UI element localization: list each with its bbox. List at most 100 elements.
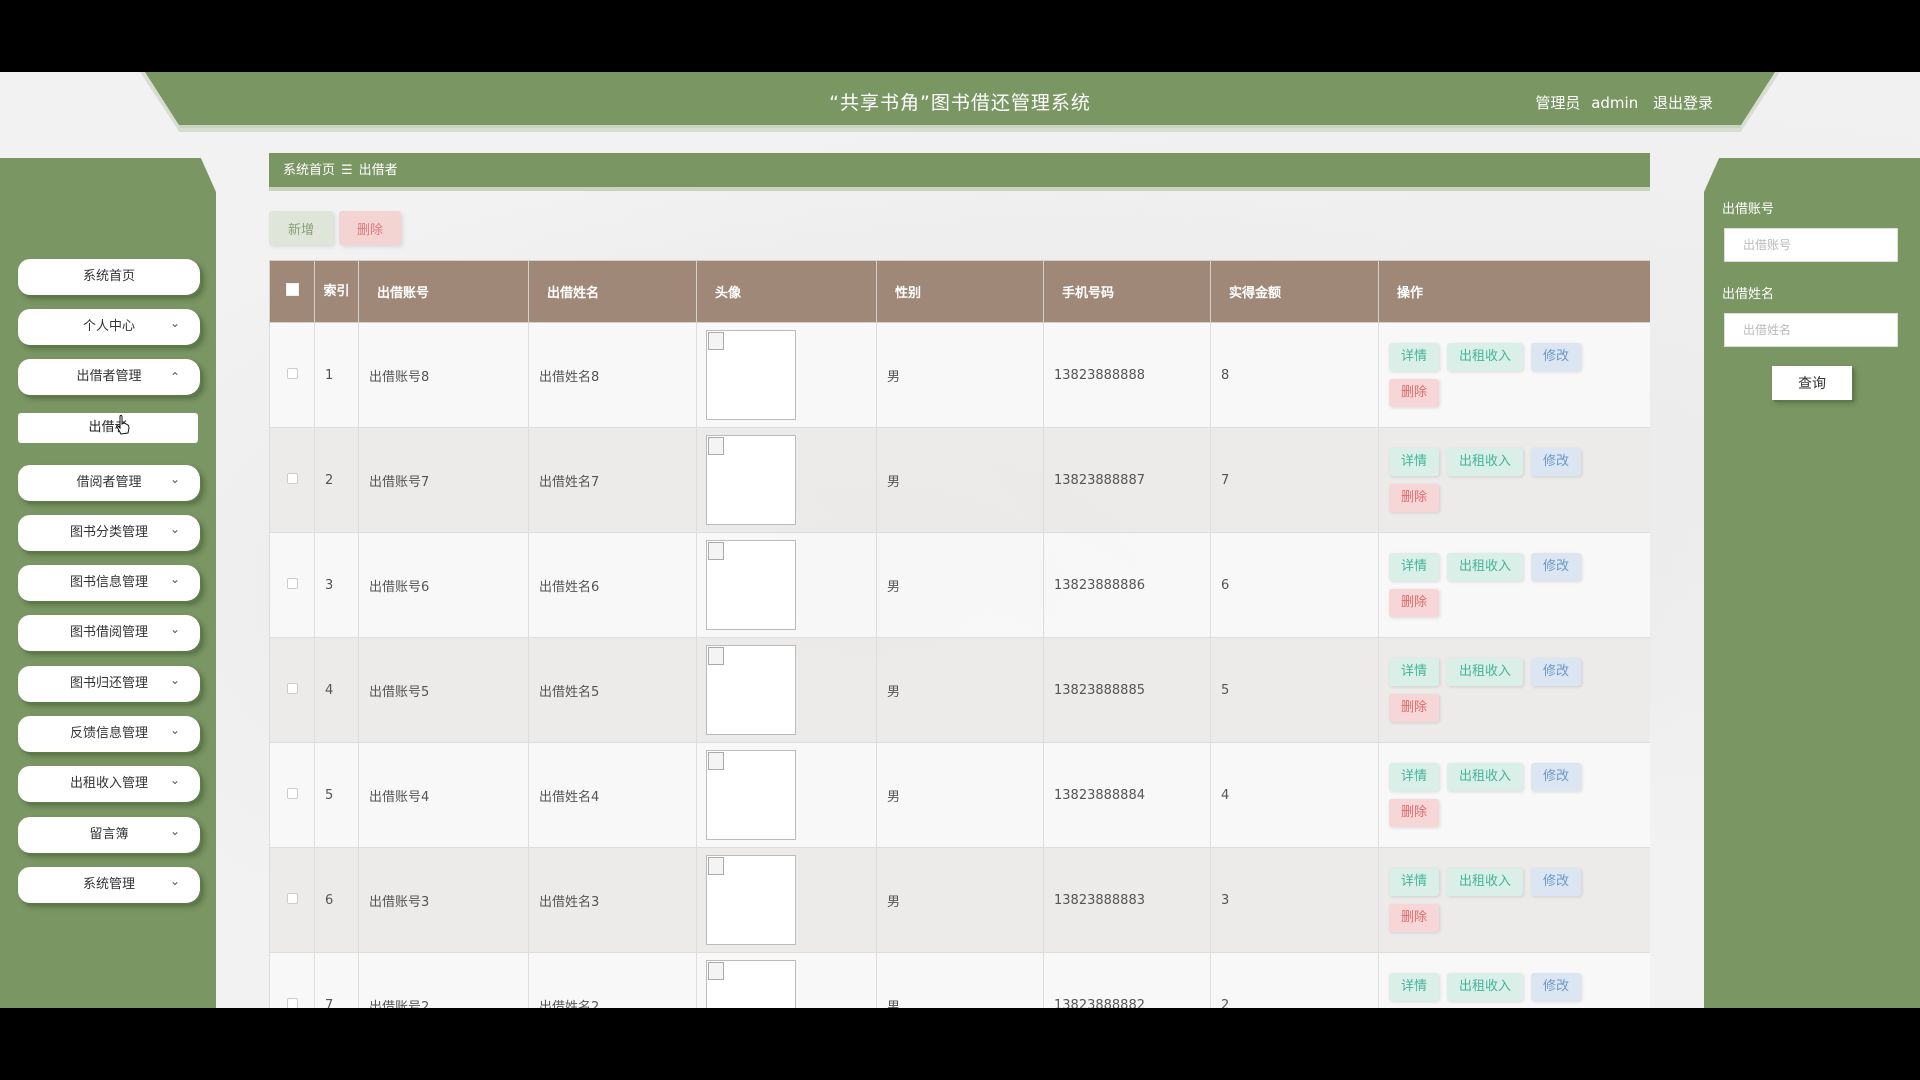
sidebar-item-book-return[interactable]: 图书归还管理 ⌄ [18, 666, 200, 702]
cell-account: 出借账号7 [358, 427, 529, 533]
cell-phone: 13823888882 [1043, 952, 1211, 1008]
cell-index: 2 [314, 427, 359, 533]
edit-button[interactable]: 修改 [1531, 448, 1582, 476]
sidebar-item-book-category[interactable]: 图书分类管理 ⌄ [18, 515, 200, 551]
cell-amount: 7 [1210, 427, 1379, 533]
table-row: 5 出借账号4 出借姓名4 男 13823888884 4 详情 出租收入 修改 删除 [269, 742, 1650, 848]
delete-button[interactable]: 删除 [1389, 484, 1440, 512]
sidebar-item-rental-income[interactable]: 出租收入管理 ⌄ [18, 766, 200, 802]
sidebar-item-book-borrow[interactable]: 图书借阅管理 ⌄ [18, 615, 200, 651]
table-row: 1 出借账号8 出借姓名8 男 13823888888 8 详情 出租收入 修改 删除 [269, 322, 1650, 428]
logout-link[interactable]: 退出登录 [1653, 94, 1713, 112]
row-checkbox[interactable] [286, 892, 298, 904]
sidebar-item-borrower-management[interactable]: 借阅者管理 ⌄ [18, 465, 200, 501]
cell-phone: 13823888884 [1043, 742, 1211, 848]
row-checkbox[interactable] [286, 997, 298, 1008]
cell-gender: 男 [876, 952, 1044, 1008]
rental-income-button[interactable]: 出租收入 [1447, 553, 1524, 581]
row-checkbox[interactable] [286, 682, 298, 694]
breadcrumb-current: 出借者 [358, 163, 398, 178]
row-checkbox[interactable] [286, 367, 298, 379]
delete-button[interactable]: 删除 [1389, 589, 1440, 617]
cell-index: 6 [314, 847, 359, 953]
chevron-down-icon: ⌄ [169, 773, 180, 787]
sidebar: 系统首页 个人中心 ⌄ 出借者管理 ⌃ 出借者 借阅者管理 ⌄ 图书分类管理 ⌄ 图书信… [0, 158, 216, 1008]
row-checkbox[interactable] [286, 577, 298, 589]
cell-gender: 男 [876, 322, 1044, 428]
edit-button[interactable]: 修改 [1531, 553, 1582, 581]
delete-button[interactable]: 删除 [1389, 799, 1440, 827]
rental-income-button[interactable]: 出租收入 [1447, 868, 1524, 896]
detail-button[interactable]: 详情 [1389, 553, 1440, 581]
chevron-up-icon: ⌃ [169, 370, 180, 384]
select-all-checkbox[interactable] [285, 283, 299, 296]
sidebar-item-label: 个人中心 [82, 319, 135, 334]
cell-avatar [696, 532, 877, 638]
avatar-image [706, 750, 796, 840]
cell-ops: 详情出租收入修改删除 [1378, 322, 1650, 428]
cell-account: 出借账号8 [358, 322, 529, 428]
sidebar-item-home[interactable]: 系统首页 [18, 259, 200, 295]
search-name-input[interactable] [1724, 313, 1898, 347]
rental-income-button[interactable]: 出租收入 [1447, 448, 1524, 476]
edit-button[interactable]: 修改 [1531, 763, 1582, 791]
cell-gender: 男 [876, 637, 1044, 743]
edit-button[interactable]: 修改 [1531, 973, 1582, 1001]
sidebar-item-personal-center[interactable]: 个人中心 ⌄ [18, 309, 200, 345]
cell-name: 出借姓名2 [528, 952, 697, 1008]
cell-index: 3 [314, 532, 359, 638]
cell-amount: 3 [1210, 847, 1379, 953]
rental-income-button[interactable]: 出租收入 [1447, 658, 1524, 686]
sidebar-item-feedback[interactable]: 反馈信息管理 ⌄ [18, 716, 200, 752]
rental-income-button[interactable]: 出租收入 [1447, 763, 1524, 791]
cell-avatar [696, 427, 877, 533]
edit-button[interactable]: 修改 [1531, 658, 1582, 686]
sidebar-item-system[interactable]: 系统管理 ⌄ [18, 867, 200, 903]
data-table: 索引 出借账号 出借姓名 头像 性别 手机号码 实得金额 操作 1 出借账号8 出借… [269, 260, 1650, 1008]
sidebar-subitem-lender[interactable]: 出借者 [18, 413, 198, 443]
avatar-image [706, 330, 796, 420]
edit-button[interactable]: 修改 [1531, 343, 1582, 371]
sidebar-item-label: 出借者管理 [76, 369, 142, 384]
detail-button[interactable]: 详情 [1389, 448, 1440, 476]
chevron-down-icon: ⌄ [169, 874, 180, 888]
detail-button[interactable]: 详情 [1389, 973, 1440, 1001]
sidebar-item-label: 出租收入管理 [69, 776, 148, 791]
user-name: admin [1591, 94, 1639, 112]
avatar-image [706, 540, 796, 630]
header-amount: 实得金额 [1210, 260, 1379, 323]
cell-avatar [696, 847, 877, 953]
delete-button[interactable]: 删除 [1389, 379, 1440, 407]
detail-button[interactable]: 详情 [1389, 868, 1440, 896]
query-button[interactable]: 查询 [1772, 366, 1852, 400]
sidebar-item-book-info[interactable]: 图书信息管理 ⌄ [18, 565, 200, 601]
cell-phone: 13823888887 [1043, 427, 1211, 533]
detail-button[interactable]: 详情 [1389, 658, 1440, 686]
cell-account: 出借账号3 [358, 847, 529, 953]
cell-name: 出借姓名8 [528, 322, 697, 428]
sidebar-item-label: 图书借阅管理 [69, 625, 148, 640]
detail-button[interactable]: 详情 [1389, 763, 1440, 791]
rental-income-button[interactable]: 出租收入 [1447, 343, 1524, 371]
sidebar-item-lender-management[interactable]: 出借者管理 ⌃ [18, 359, 200, 395]
cell-gender: 男 [876, 742, 1044, 848]
chevron-down-icon: ⌄ [169, 522, 180, 536]
row-checkbox[interactable] [286, 787, 298, 799]
rental-income-button[interactable]: 出租收入 [1447, 973, 1524, 1001]
batch-delete-button[interactable]: 删除 [339, 211, 401, 245]
cell-account: 出借账号2 [358, 952, 529, 1008]
sidebar-item-guestbook[interactable]: 留言簿 ⌄ [18, 817, 200, 853]
row-checkbox[interactable] [286, 472, 298, 484]
row-select-cell [269, 952, 315, 1008]
chevron-down-icon: ⌄ [169, 673, 180, 687]
row-select-cell [269, 427, 315, 533]
detail-button[interactable]: 详情 [1389, 343, 1440, 371]
edit-button[interactable]: 修改 [1531, 868, 1582, 896]
delete-button[interactable]: 删除 [1389, 904, 1440, 932]
delete-button[interactable]: 删除 [1389, 694, 1440, 722]
search-account-input[interactable] [1724, 228, 1898, 262]
cell-avatar [696, 952, 877, 1008]
add-button[interactable]: 新增 [269, 211, 333, 245]
breadcrumb-home[interactable]: 系统首页 [283, 163, 335, 178]
cell-name: 出借姓名6 [528, 532, 697, 638]
